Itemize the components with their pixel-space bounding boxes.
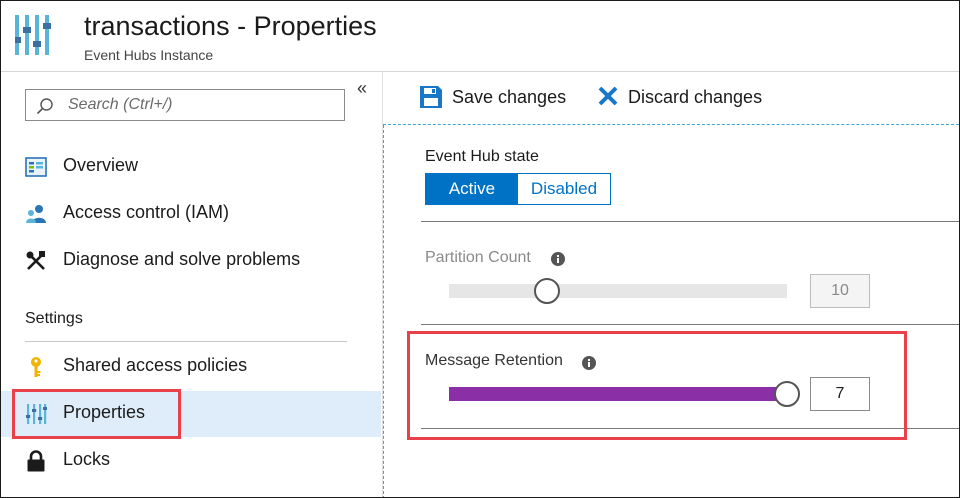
info-icon[interactable] (582, 356, 596, 370)
discard-label: Discard changes (628, 87, 763, 107)
message-retention-slider-fill (449, 387, 787, 401)
state-option-disabled[interactable]: Disabled (518, 174, 610, 204)
partition-count-label: Partition Count (425, 249, 531, 266)
close-icon (598, 86, 618, 106)
properties-icon (26, 404, 47, 424)
settings-section-label: Settings (25, 310, 83, 327)
event-hubs-properties-icon (15, 15, 51, 55)
section-divider (25, 341, 347, 342)
partition-count-slider-thumb[interactable] (534, 278, 561, 304)
search-icon (36, 98, 53, 115)
save-icon (420, 86, 442, 108)
access-control-icon (26, 205, 46, 223)
partition-count-input: 10 (810, 274, 870, 308)
content-focus-border (383, 125, 384, 497)
collapse-sidebar-button[interactable]: « (357, 78, 367, 98)
sidebar-item-label: Diagnose and solve problems (63, 249, 301, 269)
blade-header: transactions - Properties Event Hubs Ins… (1, 1, 959, 72)
key-icon (31, 357, 41, 377)
section-divider (421, 221, 959, 222)
save-label: Save changes (452, 87, 567, 107)
sidebar-item-label: Shared access policies (63, 355, 248, 375)
sidebar-item-properties[interactable]: Properties (1, 391, 381, 437)
search-input[interactable] (68, 94, 338, 116)
lock-icon (27, 450, 45, 472)
search-box[interactable] (25, 89, 345, 121)
message-retention-label: Message Retention (425, 352, 563, 369)
info-icon[interactable] (551, 252, 565, 266)
section-divider (421, 324, 959, 325)
sidebar-item-diagnose[interactable]: Diagnose and solve problems (1, 238, 381, 284)
save-button[interactable]: Save changes (419, 84, 569, 112)
message-retention-slider-thumb[interactable] (774, 381, 800, 407)
event-hub-state-toggle[interactable]: Active Disabled (425, 173, 611, 205)
sidebar-item-label: Locks (63, 449, 111, 469)
command-bar: Save changes Discard changes (383, 72, 959, 125)
wrench-icon (26, 251, 45, 270)
page-title: transactions - Properties (84, 11, 377, 41)
page-subtitle: Event Hubs Instance (84, 47, 214, 63)
sidebar-item-label: Overview (63, 155, 139, 175)
event-hub-state-label: Event Hub state (425, 148, 539, 165)
sidebar-item-shared-access-policies[interactable]: Shared access policies (1, 344, 381, 390)
section-divider (421, 428, 959, 429)
sidebar-item-label: Access control (IAM) (63, 202, 230, 222)
sidebar-item-label: Properties (63, 402, 146, 422)
sidebar-item-access-control[interactable]: Access control (IAM) (1, 191, 381, 237)
sidebar-item-overview[interactable]: Overview (1, 144, 381, 190)
sidebar-item-locks[interactable]: Locks (1, 438, 381, 484)
sidebar: « Overview (1, 72, 383, 497)
message-retention-slider-track[interactable] (449, 387, 787, 401)
partition-count-slider-track[interactable] (449, 284, 787, 298)
discard-button[interactable]: Discard changes (597, 84, 767, 112)
properties-window: transactions - Properties Event Hubs Ins… (0, 0, 960, 498)
state-option-active[interactable]: Active (426, 174, 518, 204)
overview-icon (25, 157, 47, 177)
message-retention-input[interactable]: 7 (810, 377, 870, 411)
